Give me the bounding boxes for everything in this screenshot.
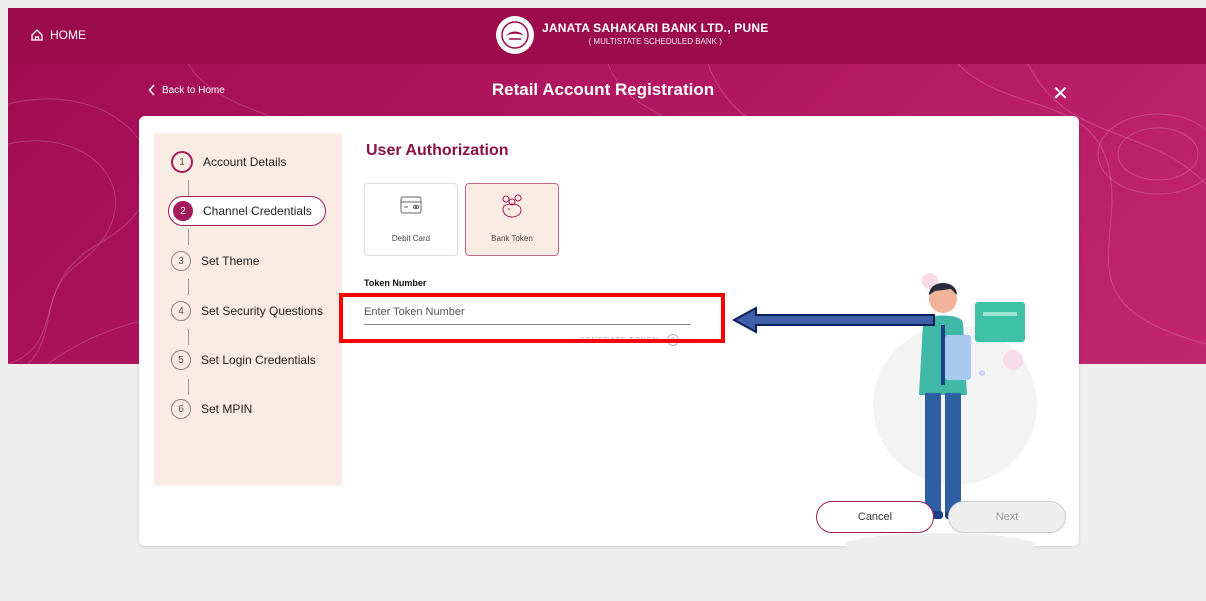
step-connector (188, 180, 189, 196)
step-label: Set Login Credentials (201, 353, 316, 367)
step-connector (188, 379, 189, 395)
bank-token-icon (502, 194, 522, 218)
next-button[interactable]: Next (948, 501, 1066, 533)
step-number: 4 (171, 301, 191, 321)
bank-token-label: Bank Token (491, 234, 533, 243)
debit-card-label: Debit Card (391, 234, 431, 243)
section-title: User Authorization (366, 142, 509, 159)
step-label: Set Security Questions (201, 304, 324, 318)
bank-name: JANATA SAHAKARI BANK LTD., PUNE (542, 21, 769, 35)
home-label: HOME (50, 28, 86, 42)
bank-token-option[interactable]: Bank Token (465, 183, 559, 256)
step-label: Set MPIN (201, 402, 253, 416)
step-number: 3 (171, 251, 191, 271)
home-link[interactable]: HOME (30, 28, 86, 42)
stepper: 1 Account Details 2 Channel Credentials … (154, 133, 342, 486)
close-icon[interactable]: ✕ (1052, 84, 1069, 104)
annotation-highlight-box (339, 293, 725, 343)
bank-logo: JANATA SAHAKARI BANK LTD., PUNE ( MULTIS… (496, 16, 768, 54)
step-number: 2 (173, 201, 193, 221)
step-number: 6 (171, 399, 191, 419)
bank-emblem-icon (496, 16, 534, 54)
debit-card-option[interactable]: Debit Card (364, 183, 458, 256)
debit-card-icon (400, 196, 422, 214)
step-label: Account Details (203, 155, 287, 169)
cancel-button[interactable]: Cancel (816, 501, 934, 533)
step-set-security-questions[interactable]: 4 Set Security Questions (171, 296, 323, 326)
step-set-login-credentials[interactable]: 5 Set Login Credentials (171, 345, 316, 375)
step-set-mpin[interactable]: 6 Set MPIN (171, 394, 252, 424)
step-connector (188, 279, 189, 295)
step-label: Set Theme (201, 254, 260, 268)
step-number: 5 (171, 350, 191, 370)
step-connector (188, 329, 189, 345)
step-connector (188, 229, 189, 245)
step-account-details[interactable]: 1 Account Details (171, 147, 286, 177)
bank-subtitle: ( MULTISTATE SCHEDULED BANK ) (588, 37, 722, 46)
step-channel-credentials[interactable]: 2 Channel Credentials (168, 196, 326, 226)
token-number-label: Token Number (364, 278, 427, 288)
step-set-theme[interactable]: 3 Set Theme (171, 246, 259, 276)
step-label: Channel Credentials (203, 204, 312, 218)
step-number: 1 (171, 151, 193, 173)
page-title: Retail Account Registration (491, 80, 715, 99)
home-icon (31, 29, 43, 41)
annotation-arrow-icon (732, 306, 935, 334)
